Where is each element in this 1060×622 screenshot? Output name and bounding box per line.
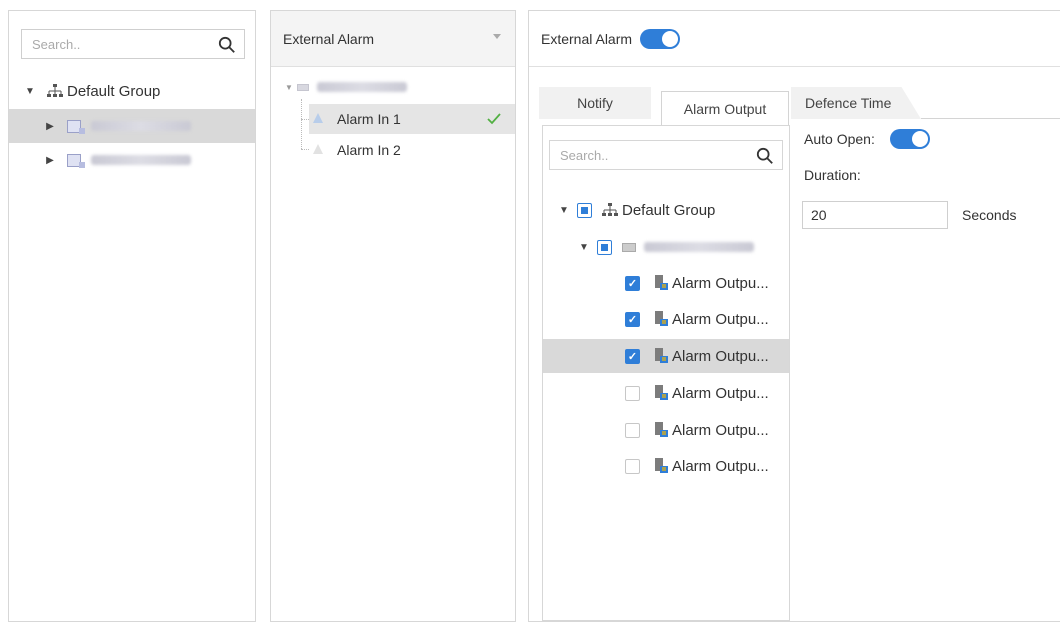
alarm-output-icon (655, 311, 668, 326)
caret-down-icon[interactable]: ▼ (577, 240, 591, 254)
device-icon (622, 242, 636, 252)
alarm-output-checkbox[interactable]: ✓ (625, 348, 640, 364)
output-device-row[interactable]: ▼ (543, 230, 754, 264)
alarm-input-icon (313, 113, 323, 123)
dropdown-arrow-icon[interactable] (493, 34, 501, 39)
alarm-output-checkbox[interactable] (625, 422, 640, 438)
alarm-output-row[interactable]: Alarm Outpu... (543, 413, 789, 447)
device-search-box[interactable] (21, 29, 245, 59)
config-header: External Alarm (529, 11, 1060, 67)
alarm-output-icon (655, 348, 668, 363)
alarm-output-label: Alarm Outpu... (672, 384, 769, 402)
tree-connector (301, 119, 309, 120)
search-icon[interactable] (756, 147, 774, 165)
alarm-output-icon (655, 422, 668, 437)
tree-connector (301, 99, 302, 149)
device-icon (67, 119, 85, 134)
alarm-output-row[interactable]: ✓ Alarm Outpu... (543, 302, 789, 336)
org-tree-icon (602, 203, 618, 216)
alarm-output-icon (655, 275, 668, 290)
duration-unit-label: Seconds (962, 207, 1017, 223)
alarm-output-row[interactable]: ✓ Alarm Outpu... (543, 339, 789, 373)
auto-open-toggle[interactable] (890, 129, 930, 149)
tab-notify[interactable]: Notify (539, 87, 651, 119)
check-mark-icon (487, 113, 501, 125)
output-root-label: Default Group (622, 201, 716, 219)
alarm-input-row-2[interactable]: Alarm In 2 (309, 135, 515, 165)
duration-input[interactable]: 20 (802, 201, 948, 229)
external-alarm-toggle[interactable] (640, 28, 681, 49)
device-name-redacted (316, 82, 407, 92)
device-name-redacted (644, 242, 754, 252)
tree-root-label: Default Group (67, 82, 161, 100)
org-tree-icon (47, 84, 63, 97)
output-tree-root[interactable]: ▼ Default Group (543, 193, 715, 227)
output-search-box[interactable] (549, 140, 783, 170)
device-icon (67, 153, 85, 168)
alarm-input-row-1[interactable]: Alarm In 1 (309, 104, 515, 134)
alarm-input-icon (313, 144, 323, 154)
tab-defence-time[interactable]: Defence Time (791, 87, 921, 119)
caret-down-icon[interactable]: ▼ (285, 83, 293, 92)
caret-right-icon[interactable]: ▶ (43, 119, 57, 133)
alarm-output-label: Alarm Outpu... (672, 421, 769, 439)
alarm-output-checkbox[interactable] (625, 458, 640, 474)
alarm-output-row[interactable]: Alarm Outpu... (543, 376, 789, 410)
device-name-redacted (91, 155, 191, 165)
alarm-type-label: External Alarm (283, 30, 375, 47)
alarm-input-pane: External Alarm ▼ Alarm In 1 Alarm In 2 (270, 10, 516, 622)
device-tree-pane: ▼ Default Group ▶ ▶ (8, 10, 256, 622)
root-checkbox[interactable] (577, 202, 592, 218)
tree-device-row[interactable]: ▶ (9, 143, 255, 177)
alarm-output-label: Alarm Outpu... (672, 310, 769, 328)
alarm-device-row[interactable]: ▼ (285, 75, 407, 99)
alarm-input-label: Alarm In 2 (337, 142, 401, 158)
alarm-output-icon (655, 458, 668, 473)
tree-device-row[interactable]: ▶ (9, 109, 255, 143)
caret-down-icon[interactable]: ▼ (23, 84, 37, 98)
caret-right-icon[interactable]: ▶ (43, 153, 57, 167)
device-icon (296, 83, 309, 91)
alarm-type-dropdown[interactable]: External Alarm (271, 11, 515, 67)
device-search-input[interactable] (22, 30, 244, 58)
alarm-output-tree-pane: ▼ Default Group ▼ ✓ Alarm Outpu... ✓ Alarm … (542, 125, 790, 621)
duration-label: Duration: (804, 167, 861, 183)
alarm-output-label: Alarm Outpu... (672, 274, 769, 292)
alarm-output-icon (655, 385, 668, 400)
alarm-output-row[interactable]: Alarm Outpu... (543, 449, 789, 483)
alarm-output-checkbox[interactable]: ✓ (625, 275, 640, 291)
tab-defence-time-label: Defence Time (805, 95, 892, 111)
external-alarm-label: External Alarm (541, 30, 633, 47)
alarm-output-checkbox[interactable] (625, 385, 640, 401)
alarm-output-row[interactable]: ✓ Alarm Outpu... (543, 266, 789, 300)
alarm-output-checkbox[interactable]: ✓ (625, 311, 640, 327)
auto-open-label: Auto Open: (804, 131, 875, 147)
device-checkbox[interactable] (597, 239, 612, 255)
tab-notify-label: Notify (577, 95, 613, 111)
tab-baseline (921, 118, 1060, 119)
alarm-config-pane: External Alarm Notify Alarm Output Defen… (528, 10, 1060, 622)
alarm-input-label: Alarm In 1 (337, 111, 401, 127)
device-name-redacted (91, 121, 191, 131)
search-icon[interactable] (218, 36, 236, 54)
output-search-input[interactable] (550, 141, 782, 169)
tree-root-default-group[interactable]: ▼ Default Group (9, 74, 255, 108)
tree-connector (301, 149, 309, 150)
tab-alarm-output[interactable]: Alarm Output (661, 91, 789, 125)
caret-down-icon[interactable]: ▼ (557, 203, 571, 217)
alarm-output-label: Alarm Outpu... (672, 457, 769, 475)
alarm-output-label: Alarm Outpu... (672, 347, 769, 365)
tab-alarm-output-label: Alarm Output (683, 100, 767, 117)
